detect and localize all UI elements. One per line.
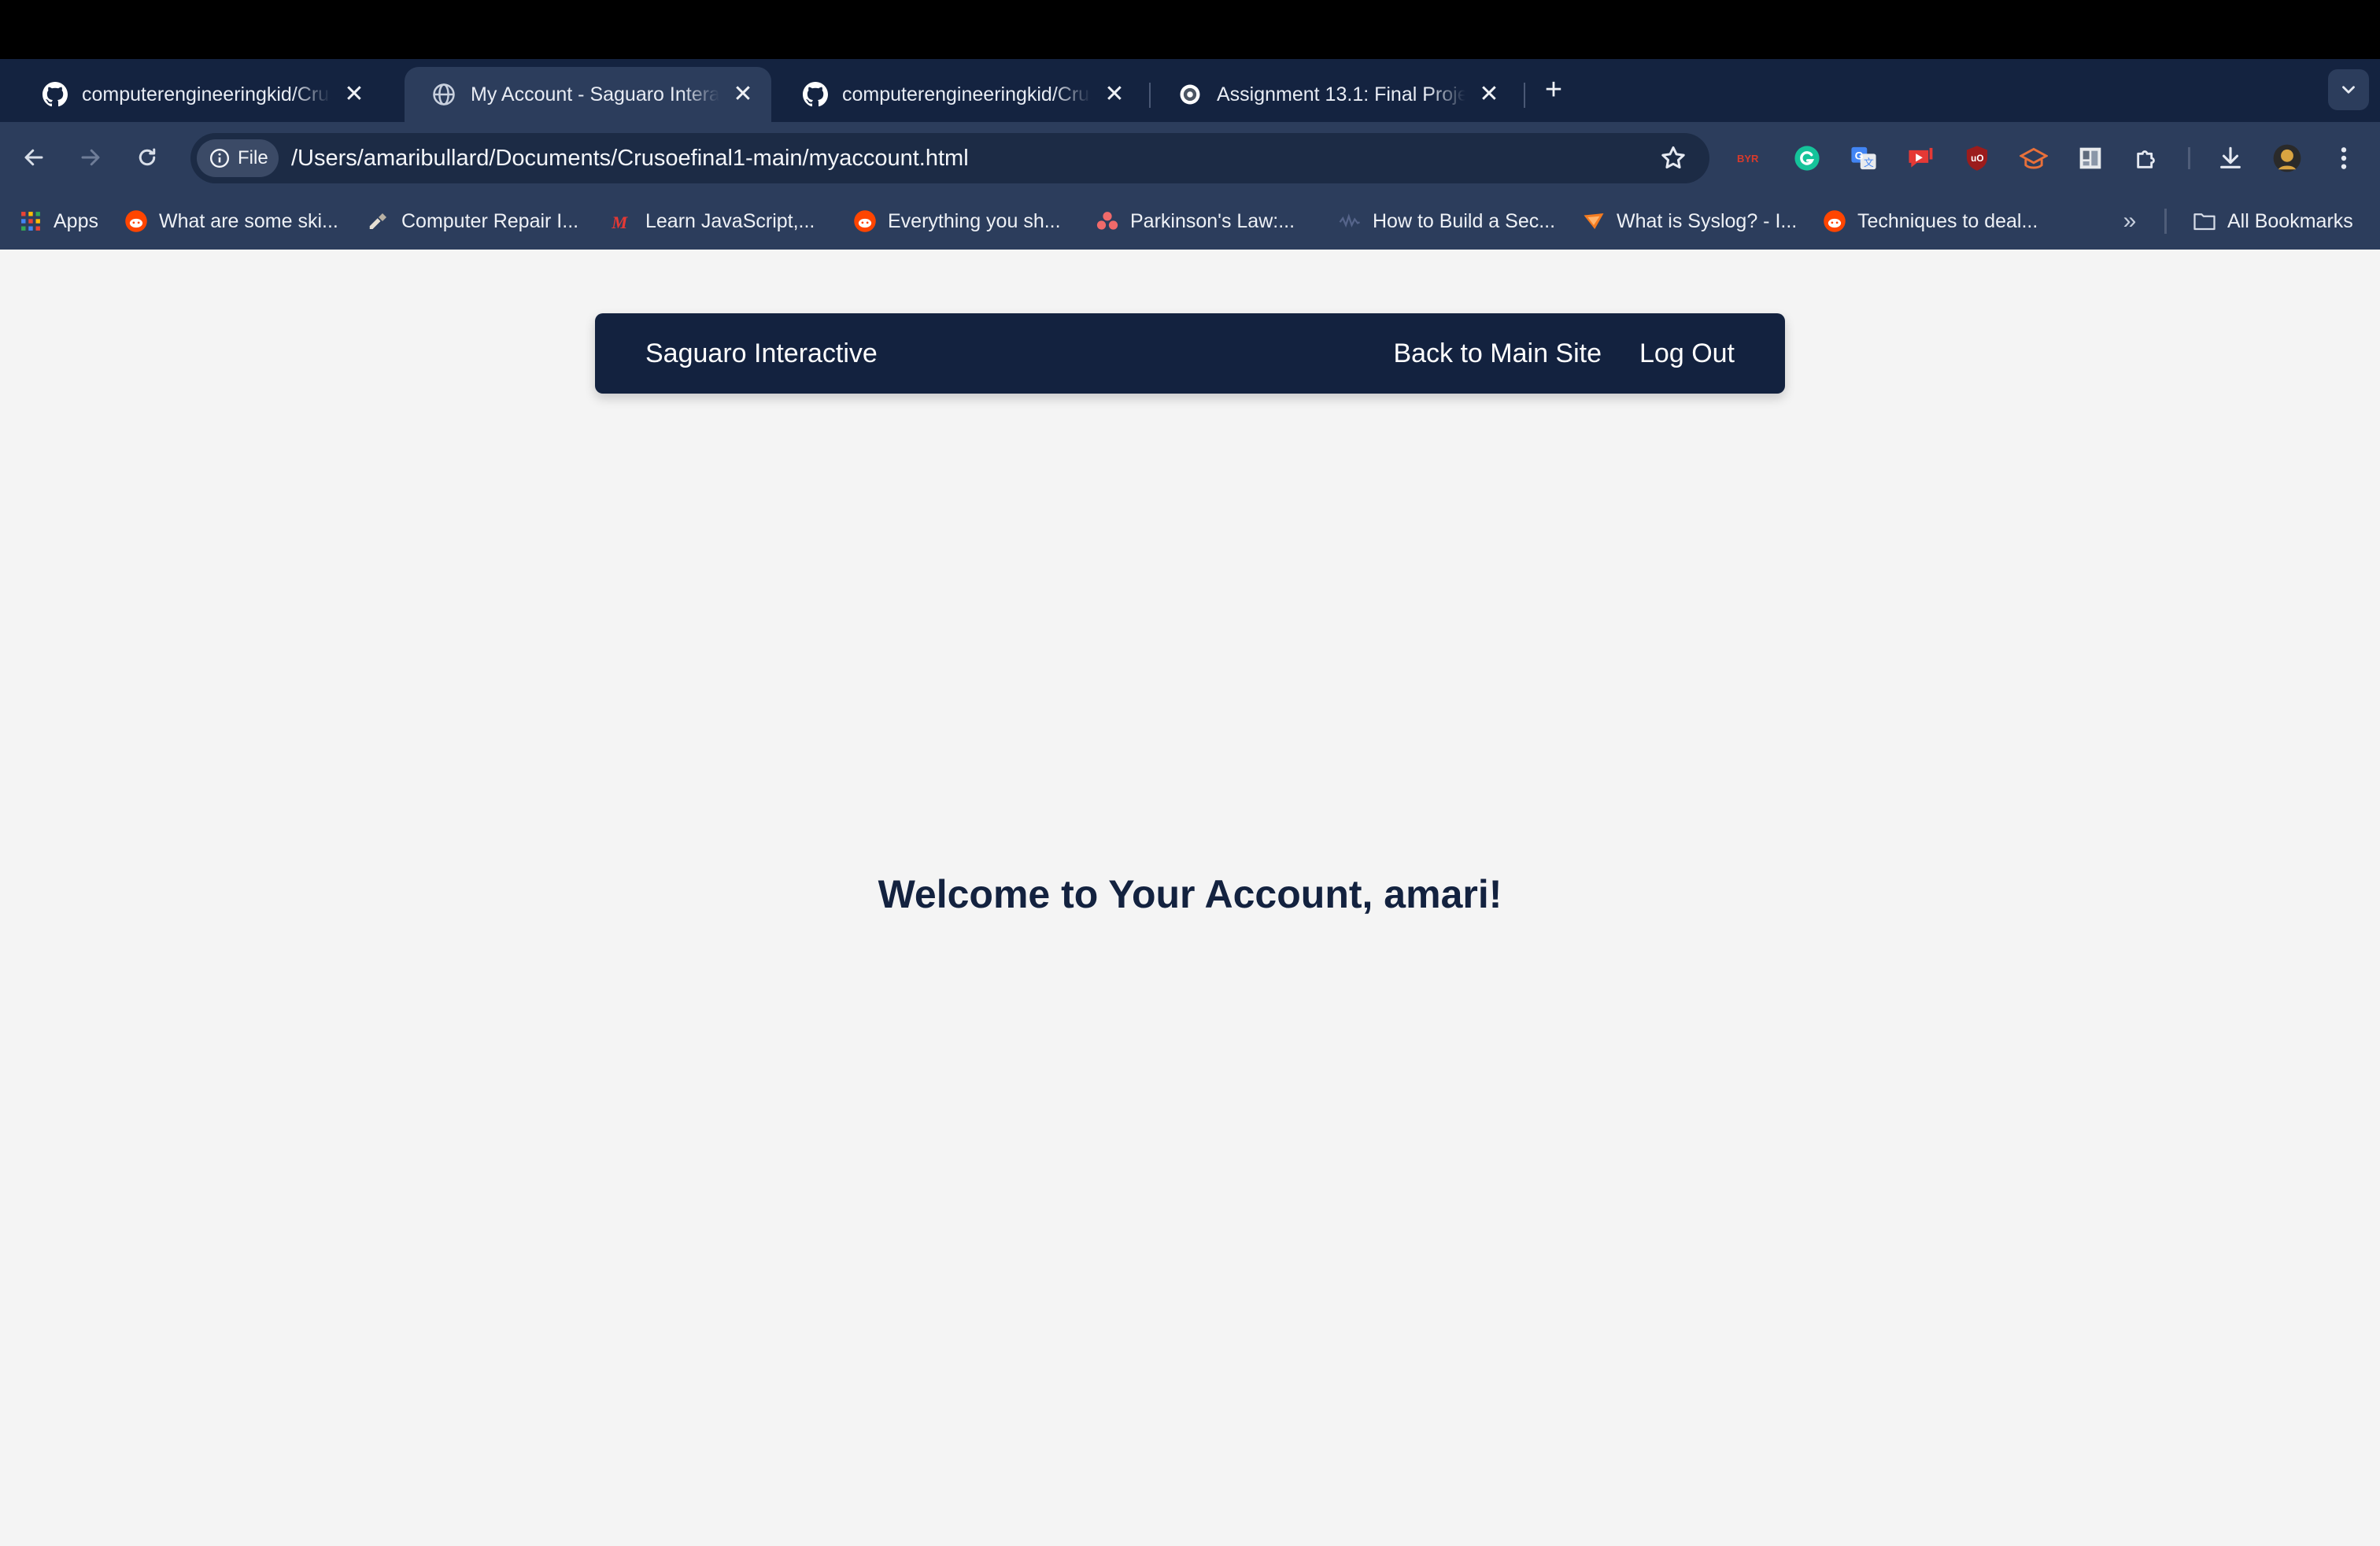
svg-text:文: 文 (1864, 157, 1874, 168)
bookmark-item[interactable]: Parkinson's Law:... (1096, 204, 1295, 239)
tab-strip: computerengineeringkid/Crusoefinal1-main… (0, 59, 2380, 122)
reload-icon (139, 148, 156, 166)
youtube-icon[interactable] (1905, 142, 1936, 174)
m-logo-icon: M (611, 209, 634, 233)
bookmarks-bar: Apps What are some ski... Computer Repai… (0, 193, 2380, 250)
all-bookmarks-button[interactable]: All Bookmarks (2193, 204, 2353, 239)
reader-icon[interactable] (2075, 142, 2106, 174)
arrow-left-icon (24, 149, 43, 166)
tab-title: computerengineeringkid/Crusoefinal1-main (82, 83, 331, 105)
bookmarks-overflow-button[interactable]: » (2116, 207, 2144, 235)
tab-title: My Account - Saguaro Interactive (471, 83, 719, 105)
toolbar-separator (2188, 147, 2190, 169)
tab-my-account[interactable]: My Account - Saguaro Interactive ✕ (405, 67, 771, 122)
bookmark-label: Apps (54, 209, 98, 232)
back-to-main-site-link[interactable]: Back to Main Site (1393, 338, 1602, 369)
reddit-icon (1823, 209, 1846, 233)
bookmark-label: Computer Repair I... (401, 209, 579, 232)
page-content: Saguaro Interactive Back to Main Site Lo… (0, 250, 2380, 1546)
bookmarks-separator (2164, 209, 2167, 234)
reddit-icon (124, 209, 148, 233)
grammarly-icon[interactable] (1791, 142, 1823, 174)
tab-github-1[interactable]: computerengineeringkid/Crusoefinal1-main… (16, 67, 382, 122)
github-icon (803, 82, 828, 107)
bookmark-label: Techniques to deal... (1857, 209, 2038, 232)
forward-button[interactable] (72, 139, 109, 176)
bookmark-item[interactable]: How to Build a Sec... (1338, 204, 1555, 239)
globe-icon (431, 82, 456, 107)
bookmark-label: What is Syslog? - I... (1617, 209, 1798, 232)
apps-grid-icon (19, 209, 42, 233)
bookmark-label: Learn JavaScript,... (645, 209, 815, 232)
asana-icon (1096, 209, 1119, 233)
bookmark-item[interactable]: M Learn JavaScript,... (611, 204, 815, 239)
wave-icon (1338, 209, 1362, 233)
tab-separator (1524, 83, 1525, 108)
puzzle-icon[interactable] (2131, 142, 2163, 174)
bookmark-label: Parkinson's Law:... (1130, 209, 1295, 232)
tab-close-button[interactable]: ✕ (1102, 82, 1127, 107)
tab-close-button[interactable]: ✕ (342, 82, 367, 107)
bookmark-label: Everything you sh... (888, 209, 1061, 232)
svg-text:BYR: BYR (1737, 153, 1759, 165)
profile-avatar[interactable] (2271, 142, 2303, 174)
canvas-icon (1177, 82, 1203, 107)
tab-assignment[interactable]: Assignment 13.1: Final Project ✕ (1151, 67, 1517, 122)
bypass-icon[interactable]: BYR (1735, 142, 1766, 174)
new-tab-button[interactable]: + (1536, 72, 1571, 107)
folder-icon (2193, 209, 2216, 233)
log-out-link[interactable]: Log Out (1639, 338, 1735, 369)
bookmark-item[interactable]: What are some ski... (124, 204, 338, 239)
bookmark-item[interactable]: What is Syslog? - I... (1582, 204, 1797, 239)
github-icon (42, 82, 68, 107)
tab-search-button[interactable] (2328, 69, 2369, 110)
reload-button[interactable] (129, 139, 165, 176)
tab-title: computerengineeringkid/Crusoefinal1-main (842, 83, 1091, 105)
bookmark-star-icon[interactable] (1659, 144, 1687, 172)
ublock-icon[interactable]: uO (1961, 142, 1993, 174)
chevron-down-icon (2342, 86, 2355, 94)
bookmark-item[interactable]: Everything you sh... (853, 204, 1061, 239)
url-text[interactable]: /Users/amaribullard/Documents/Crusoefina… (291, 133, 969, 183)
bookmark-item[interactable]: Computer Repair I... (367, 204, 578, 239)
site-brand[interactable]: Saguaro Interactive (645, 313, 878, 394)
info-icon (209, 148, 230, 168)
bookmark-label: How to Build a Sec... (1373, 209, 1556, 232)
svg-text:uO: uO (1971, 153, 1983, 164)
arrow-right-icon (81, 149, 100, 166)
svg-text:G: G (1855, 150, 1864, 162)
tab-close-button[interactable]: ✕ (1476, 82, 1502, 107)
tab-title: Assignment 13.1: Final Project (1217, 83, 1465, 105)
solarwinds-icon (1582, 209, 1606, 233)
download-icon[interactable] (2215, 142, 2246, 174)
nav-links: Back to Main Site Log Out (1355, 313, 1735, 394)
translate-icon[interactable]: G文 (1848, 142, 1879, 174)
site-info-chip[interactable]: File (197, 139, 279, 177)
tab-close-button[interactable]: ✕ (730, 82, 756, 107)
reddit-icon (853, 209, 877, 233)
svg-text:M: M (611, 213, 628, 232)
back-button[interactable] (16, 139, 52, 176)
site-chip-label: File (238, 147, 268, 168)
system-menu-bar (0, 0, 2380, 59)
bookmark-apps[interactable]: Apps (19, 204, 98, 239)
menu-icon[interactable] (2328, 142, 2360, 174)
address-bar[interactable]: File /Users/amaribullard/Documents/Cruso… (190, 133, 1709, 183)
welcome-heading: Welcome to Your Account, amari! (878, 872, 1502, 916)
bookmark-label: What are some ski... (159, 209, 338, 232)
repair-icon (367, 209, 390, 233)
tab-github-2[interactable]: computerengineeringkid/Crusoefinal1-main… (776, 67, 1143, 122)
scholar-icon[interactable] (2018, 142, 2049, 174)
all-bookmarks-label: All Bookmarks (2227, 209, 2353, 232)
bookmark-item[interactable]: Techniques to deal... (1823, 204, 2038, 239)
browser-toolbar: File /Users/amaribullard/Documents/Cruso… (0, 122, 2380, 193)
site-navbar: Saguaro Interactive Back to Main Site Lo… (595, 313, 1785, 394)
